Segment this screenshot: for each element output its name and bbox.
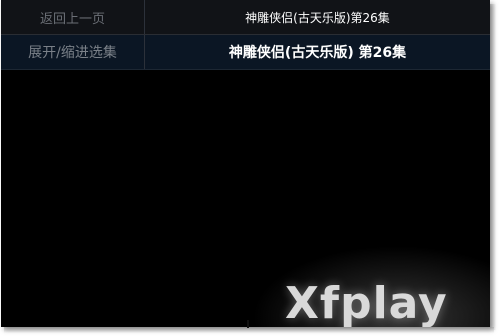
xfplay-watermark: Xfplay — [285, 278, 448, 327]
player-frame: 返回上一页 神雕侠侣(古天乐版)第26集 展开/缩进选集 神雕侠侣(古天乐版) … — [1, 0, 490, 327]
now-playing-title: 神雕侠侣(古天乐版)第26集 — [245, 10, 390, 25]
window-shadow-right — [490, 4, 496, 330]
window-shadow-bottom — [4, 327, 494, 333]
cursor-mark — [247, 320, 249, 328]
episode-title: 神雕侠侣(古天乐版) 第26集 — [228, 45, 407, 61]
top-nav-row: 返回上一页 神雕侠侣(古天乐版)第26集 — [1, 0, 490, 35]
back-button[interactable]: 返回上一页 — [1, 0, 145, 34]
episode-row: 展开/缩进选集 神雕侠侣(古天乐版) 第26集 — [1, 35, 490, 70]
expand-episodes-button[interactable]: 展开/缩进选集 — [1, 35, 145, 69]
